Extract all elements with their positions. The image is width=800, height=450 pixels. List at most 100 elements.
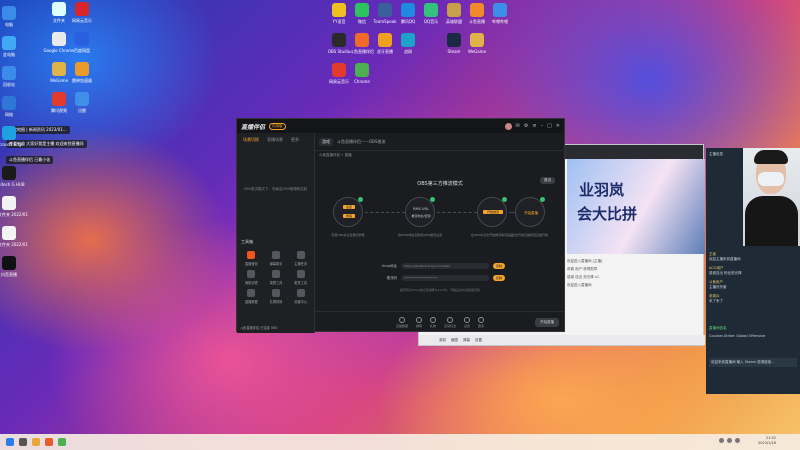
volume-icon[interactable] bbox=[727, 438, 732, 443]
chrome-taskbar-icon[interactable] bbox=[58, 438, 66, 446]
step1-tutorial-button[interactable]: 教程 bbox=[343, 214, 355, 218]
search-icon[interactable] bbox=[19, 438, 27, 446]
tool-item[interactable]: 主播任务 bbox=[288, 251, 313, 266]
menu-icon[interactable]: ≡ bbox=[532, 123, 536, 130]
bottom-bar-item[interactable]: 礼物 bbox=[429, 317, 436, 328]
face-mask bbox=[758, 172, 784, 186]
exit-mode-button[interactable]: 退出 bbox=[540, 177, 555, 184]
bottom-bar-icon bbox=[478, 317, 485, 323]
rpanel-username[interactable]: 老观众 bbox=[709, 294, 720, 298]
tool-item[interactable]: 录屏工具 bbox=[264, 270, 289, 285]
browser-bottom-item[interactable]: 录制 bbox=[439, 338, 446, 343]
tool-label: 弹幕助手 bbox=[269, 262, 283, 266]
tool-item[interactable]: 弹幕助手 bbox=[264, 251, 289, 266]
app-icon bbox=[75, 92, 89, 106]
browser-bottom-item[interactable]: 弹幕 bbox=[463, 338, 470, 343]
bottom-bar-item[interactable]: 直播数据 bbox=[396, 317, 408, 328]
desktop-icon[interactable]: 网易云音乐 bbox=[63, 2, 101, 23]
mail-icon[interactable]: ✉ bbox=[516, 123, 520, 130]
step2-sub: 推流地址/密钥 bbox=[411, 214, 431, 218]
system-tray[interactable] bbox=[719, 438, 740, 443]
tool-item[interactable]: 设置中心 bbox=[288, 289, 313, 304]
key-field[interactable]: ********************** bbox=[401, 275, 489, 281]
desktop-icon[interactable]: Logitech G HUB bbox=[0, 166, 28, 187]
step-4: 开始直播 bbox=[515, 197, 545, 227]
desktop-icon[interactable]: 百度网盘 bbox=[63, 32, 101, 53]
live-title: 直播间信息 bbox=[709, 326, 727, 330]
browser-bottom-item[interactable]: 设置 bbox=[475, 338, 482, 343]
desktop-icon[interactable]: 电脑 bbox=[0, 6, 28, 27]
bottom-bar-icon bbox=[398, 317, 405, 323]
close-icon[interactable]: ✕ bbox=[556, 123, 560, 130]
battery-icon[interactable] bbox=[735, 438, 740, 443]
copy-key-button[interactable]: 复制 bbox=[493, 275, 506, 281]
desktop-icon[interactable]: Microsoft Edge bbox=[0, 126, 28, 147]
key-row: 推流码 ********************** 复制 bbox=[375, 275, 506, 281]
desktop-icon[interactable]: Chrome bbox=[343, 63, 381, 84]
desktop-icon-label: 电脑 bbox=[5, 22, 13, 27]
browser-bottom-item[interactable]: 截图 bbox=[451, 338, 458, 343]
tool-item[interactable]: 直播数据 bbox=[239, 289, 264, 304]
minimize-icon[interactable]: – bbox=[541, 123, 544, 130]
sidebar-tab[interactable]: 直播场景 bbox=[267, 137, 283, 143]
desktop-icon[interactable]: 抖音直播 bbox=[0, 256, 28, 277]
desktop-icon[interactable]: 此电脑 bbox=[0, 36, 28, 57]
maximize-icon[interactable]: □ bbox=[547, 123, 552, 130]
version-pill[interactable]: 内测版 bbox=[269, 122, 286, 130]
app-icon bbox=[2, 66, 16, 80]
desktop-icon-label: 哔哩哔哩 bbox=[492, 19, 508, 24]
desktop-icon[interactable]: 迅雷 bbox=[63, 92, 101, 113]
bottom-bar-item[interactable]: 设置 bbox=[464, 317, 470, 328]
app-icon bbox=[2, 6, 16, 20]
desktop-icon[interactable]: WeGame bbox=[458, 33, 496, 54]
rpanel-username[interactable]: ACG用户 bbox=[709, 266, 724, 270]
step4-title[interactable]: 开始直播 bbox=[516, 211, 546, 216]
bottom-bar-icon bbox=[447, 317, 453, 323]
bottom-bar-item[interactable]: 弹幕 bbox=[415, 317, 422, 328]
category-chip[interactable]: 游戏 bbox=[319, 137, 333, 146]
desktop-icon-label: Logitech G HUB bbox=[0, 182, 25, 187]
desktop-notification[interactable]: 斗鱼直播伴侣 已最小化 bbox=[6, 156, 54, 164]
bottom-bar-item[interactable]: 互动玩法 bbox=[444, 317, 456, 328]
app-main: 游戏 斗鱼直播伴侣——OBS推流 斗鱼直播伴侣 ⚡ 直播 OBS第三方推流模式 … bbox=[315, 133, 565, 333]
start-icon[interactable] bbox=[6, 438, 14, 446]
desktop-icon-label: 网络 bbox=[5, 112, 13, 117]
streaming-app-taskbar-icon[interactable] bbox=[45, 438, 53, 446]
copy-rtmp-button[interactable]: 复制 bbox=[493, 263, 506, 269]
clock[interactable]: 21:52 2023/1/16 bbox=[758, 436, 776, 446]
desktop-icon[interactable]: 新建文件夹 2022/01... bbox=[0, 196, 28, 217]
scene-hint: OBS推流模式下，场景由OBS管理和控制 bbox=[243, 187, 308, 191]
step1-setup-button[interactable]: 设置 bbox=[343, 205, 355, 209]
desktop-icon[interactable]: 网络 bbox=[0, 96, 28, 117]
chat-input[interactable]: 欢迎来到直播间 输入 Steam 邀请链接... bbox=[709, 358, 797, 367]
bottom-bar-item[interactable]: 更多 bbox=[478, 317, 484, 328]
step4-caption: 点击开始直播按钮直播开始 bbox=[511, 233, 548, 237]
app-titlebar[interactable]: 直播伴侣 内测版 ✉ ⚙ ≡ – □ ✕ bbox=[237, 119, 564, 133]
room-title[interactable]: 斗鱼直播伴侣——OBS推流 bbox=[337, 139, 385, 145]
network-icon[interactable] bbox=[719, 438, 724, 443]
desktop-icon-label: 此电脑 bbox=[3, 52, 15, 57]
start-live-button[interactable]: 开始直播 bbox=[535, 318, 559, 327]
start-push-button[interactable]: 开始推流 bbox=[483, 210, 503, 214]
step2-caption: 将RTMP地址复制到OBS推流设置 bbox=[397, 233, 443, 237]
desktop-icon[interactable]: 哔哩哔哩 bbox=[481, 3, 519, 24]
tool-item[interactable]: 直播音效 bbox=[239, 251, 264, 266]
sidebar-tab[interactable]: 场景切换 bbox=[243, 137, 259, 143]
desktop-icon[interactable]: 雷神加速器 bbox=[63, 62, 101, 83]
desktop-icon[interactable]: 新建文件夹 2022/01... bbox=[0, 226, 28, 247]
rpanel-username[interactable]: 王者 bbox=[709, 252, 716, 256]
tool-item[interactable]: 礼物特效 bbox=[264, 289, 289, 304]
tool-icon bbox=[271, 270, 280, 278]
file-explorer-icon[interactable] bbox=[32, 438, 40, 446]
taskbar: 21:52 2023/1/16 bbox=[0, 434, 800, 450]
tool-item[interactable]: 更多工具 bbox=[288, 270, 313, 285]
settings-icon[interactable]: ⚙ bbox=[524, 123, 528, 130]
tool-item[interactable]: 美颜滤镜 bbox=[239, 270, 264, 285]
tool-label: 美颜滤镜 bbox=[244, 281, 258, 285]
sidebar-tab[interactable]: 更多 bbox=[291, 137, 299, 143]
user-avatar[interactable] bbox=[504, 122, 512, 130]
rpanel-username[interactable]: 斗鱼用户 bbox=[709, 280, 723, 284]
desktop-icon[interactable]: 战网 bbox=[389, 33, 427, 54]
desktop-icon[interactable]: 回收站 bbox=[0, 66, 28, 87]
rtmp-field[interactable]: rtmp://sendtc3.douyu.com/live bbox=[401, 263, 489, 269]
